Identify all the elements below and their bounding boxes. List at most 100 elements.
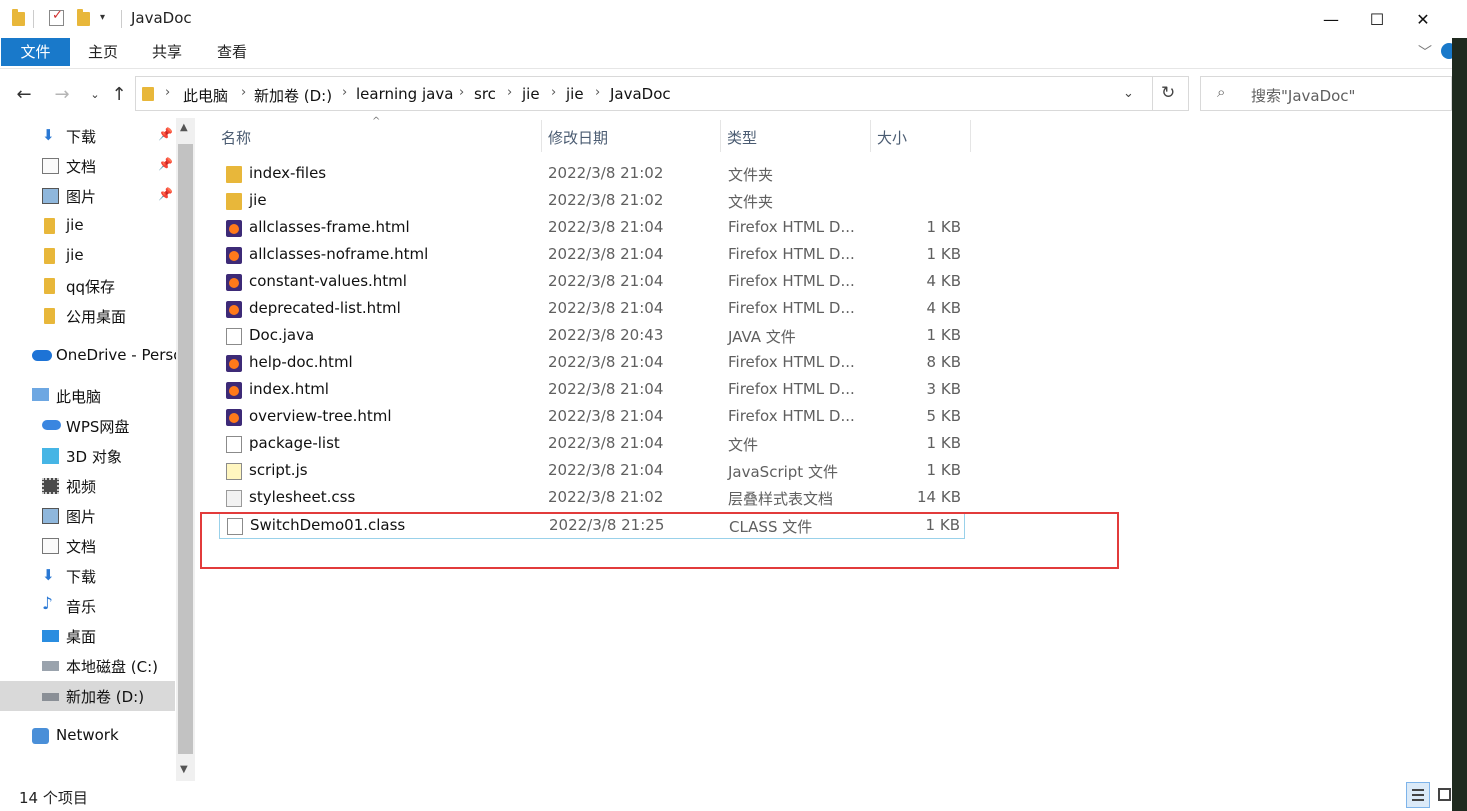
column-header-size[interactable]: 大小 (877, 127, 907, 148)
breadcrumb-this-pc[interactable]: 此电脑 (183, 85, 228, 106)
breadcrumb-javadoc[interactable]: JavaDoc (610, 85, 671, 103)
sidebar-item[interactable]: 图片 📌 (0, 181, 175, 211)
sidebar-item[interactable]: 视频 (0, 471, 175, 501)
back-arrow-icon[interactable]: ← (12, 82, 36, 106)
breadcrumb-separator-icon[interactable]: › (165, 85, 170, 100)
sidebar-item-label: jie (66, 246, 84, 264)
firefox-html-icon (226, 301, 242, 318)
sidebar-item-label: 桌面 (66, 628, 97, 646)
file-row[interactable]: help-doc.html 2022/3/8 21:04 Firefox HTML … (219, 350, 965, 377)
scroll-up-icon[interactable]: ▲ (180, 122, 188, 133)
breadcrumb-separator-icon[interactable]: › (241, 85, 246, 100)
javascript-file-icon (226, 463, 242, 480)
file-date: 2022/3/8 21:02 (548, 164, 664, 182)
search-input[interactable]: ⌕ 搜索"JavaDoc" (1200, 76, 1452, 111)
sidebar-item[interactable]: ⬇ 下载 (0, 561, 175, 591)
breadcrumb-separator-icon[interactable]: › (595, 85, 600, 100)
sidebar-item[interactable]: 桌面 (0, 621, 175, 651)
minimize-button[interactable]: — (1308, 0, 1354, 38)
file-name: index.html (249, 380, 329, 398)
column-separator[interactable] (970, 120, 971, 152)
download-icon: ⬇ (42, 126, 55, 144)
sidebar-item[interactable]: Network (0, 721, 175, 751)
column-header-name[interactable]: 名称 (221, 127, 251, 148)
sidebar-item-label: WPS网盘 (66, 418, 130, 436)
folder-icon[interactable] (12, 9, 25, 26)
column-header-type[interactable]: 类型 (727, 127, 757, 148)
tab-home[interactable]: 主页 (80, 38, 126, 66)
pin-icon: 📌 (158, 127, 173, 141)
sidebar-item[interactable]: WPS网盘 (0, 411, 175, 441)
breadcrumb-separator-icon[interactable]: › (459, 85, 464, 100)
sidebar-item[interactable]: 文档 📌 (0, 151, 175, 181)
file-row[interactable]: script.js 2022/3/8 21:04 JavaScript 文件 1 KB (219, 458, 965, 485)
address-dropdown-icon[interactable]: ⌄ (1123, 86, 1134, 101)
file-name: constant-values.html (249, 272, 407, 290)
column-header-date[interactable]: 修改日期 (548, 127, 608, 148)
file-row[interactable]: constant-values.html 2022/3/8 21:04 Firefo… (219, 269, 965, 296)
file-size: 1 KB (926, 245, 961, 263)
column-separator[interactable] (541, 120, 542, 152)
sidebar-item[interactable]: 此电脑 (0, 381, 175, 411)
file-date: 2022/3/8 21:04 (548, 461, 664, 479)
details-view-icon[interactable] (1406, 782, 1430, 808)
forward-arrow-icon[interactable]: → (50, 82, 74, 106)
sidebar-item-label: 下载 (66, 128, 97, 146)
sidebar-item[interactable]: jie (0, 211, 175, 241)
highlight-box (200, 512, 1119, 569)
ribbon-expand-icon[interactable]: ﹀ (1418, 42, 1432, 62)
recent-locations-icon[interactable]: ⌄ (83, 82, 107, 106)
tab-share[interactable]: 共享 (144, 38, 190, 66)
folder-icon (44, 218, 55, 234)
picture-icon (42, 188, 59, 204)
file-row[interactable]: allclasses-frame.html 2022/3/8 21:04 Firef… (219, 215, 965, 242)
scroll-down-icon[interactable]: ▼ (180, 764, 188, 775)
sidebar-item[interactable]: qq保存 (0, 271, 175, 301)
sidebar-item[interactable]: ⬇ 下载 📌 (0, 121, 175, 151)
tab-file[interactable]: 文件 (1, 38, 70, 66)
sidebar-scrollbar-thumb[interactable] (178, 144, 193, 754)
address-bar[interactable]: › 此电脑 › 新加卷 (D:) › learning java › src ›… (135, 76, 1189, 111)
sidebar-item[interactable]: 3D 对象 (0, 441, 175, 471)
breadcrumb-learning-java[interactable]: learning java (356, 85, 453, 103)
file-row[interactable]: index.html 2022/3/8 21:04 Firefox HTML D..… (219, 377, 965, 404)
new-folder-icon[interactable] (77, 9, 90, 26)
file-row[interactable]: index-files 2022/3/8 21:02 文件夹 (219, 161, 965, 188)
breadcrumb-drive-d[interactable]: 新加卷 (D:) (254, 85, 332, 106)
sidebar-item[interactable]: 公用桌面 (0, 301, 175, 331)
breadcrumb-separator-icon[interactable]: › (551, 85, 556, 100)
file-name: stylesheet.css (249, 488, 356, 506)
file-size: 1 KB (926, 461, 961, 479)
tab-view[interactable]: 查看 (209, 38, 255, 66)
close-button[interactable]: ✕ (1400, 0, 1446, 38)
breadcrumb-separator-icon[interactable]: › (342, 85, 347, 100)
refresh-icon[interactable]: ↻ (1161, 83, 1175, 103)
file-row[interactable]: package-list 2022/3/8 21:04 文件 1 KB (219, 431, 965, 458)
sidebar-item[interactable]: 本地磁盘 (C:) (0, 651, 175, 681)
navigation-pane: ⬇ 下载 📌 文档 📌 图片 📌 jie jie qq保存 公用桌面 OneDrive - Perso… (0, 118, 196, 781)
breadcrumb-jie[interactable]: jie (522, 85, 540, 103)
file-name: allclasses-noframe.html (249, 245, 429, 263)
file-row[interactable]: overview-tree.html 2022/3/8 21:04 Firefox … (219, 404, 965, 431)
file-row[interactable]: stylesheet.css 2022/3/8 21:02 层叠样式表文档 14 KB (219, 485, 965, 512)
sidebar-item[interactable]: OneDrive - Perso (0, 341, 182, 371)
up-arrow-icon[interactable]: ↑ (107, 82, 131, 106)
file-row[interactable]: deprecated-list.html 2022/3/8 21:04 Firefo… (219, 296, 965, 323)
sort-ascending-icon: ^ (372, 116, 381, 127)
breadcrumb-separator-icon[interactable]: › (507, 85, 512, 100)
maximize-button[interactable]: ☐ (1354, 0, 1400, 38)
sidebar-item[interactable]: 新加卷 (D:) (0, 681, 175, 711)
sidebar-item[interactable]: ♪ 音乐 (0, 591, 175, 621)
breadcrumb-src[interactable]: src (474, 85, 496, 103)
sidebar-item[interactable]: 文档 (0, 531, 175, 561)
customize-quick-access-icon[interactable]: ▾ (100, 12, 105, 23)
file-row[interactable]: jie 2022/3/8 21:02 文件夹 (219, 188, 965, 215)
file-row[interactable]: Doc.java 2022/3/8 20:43 JAVA 文件 1 KB (219, 323, 965, 350)
sidebar-item[interactable]: 图片 (0, 501, 175, 531)
column-separator[interactable] (870, 120, 871, 152)
column-separator[interactable] (720, 120, 721, 152)
file-row[interactable]: allclasses-noframe.html 2022/3/8 21:04 Fir… (219, 242, 965, 269)
sidebar-item[interactable]: jie (0, 241, 175, 271)
properties-icon[interactable]: ✓ (49, 8, 64, 26)
breadcrumb-jie-2[interactable]: jie (566, 85, 584, 103)
